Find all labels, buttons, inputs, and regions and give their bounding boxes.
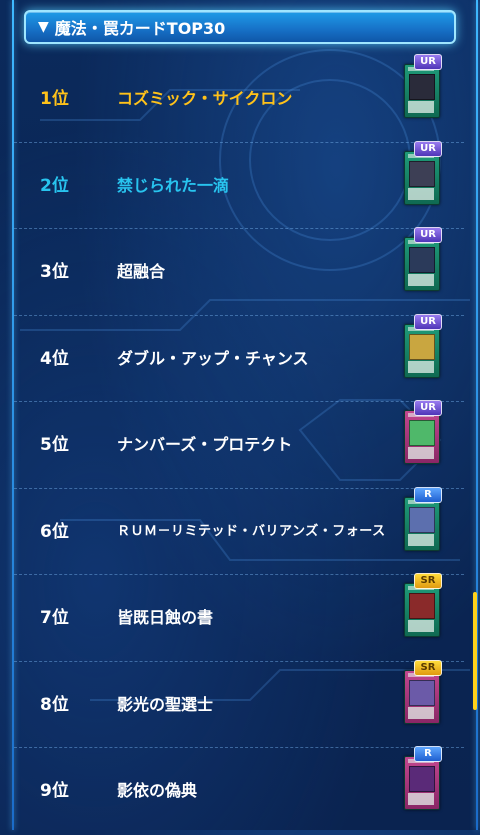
- ranking-list: 1位 コズミック・サイクロン UR 2位 禁じられた一滴 UR 3位 超融合 U…: [14, 54, 464, 835]
- ranking-row-3[interactable]: 3位 超融合 UR: [14, 227, 464, 316]
- card-image[interactable]: [404, 496, 440, 551]
- rank-label: 3位: [40, 262, 69, 282]
- ranking-row-6[interactable]: 6位 ＲＵＭ－リミテッド・バリアンズ・フォース R: [14, 486, 464, 575]
- card-name: ナンバーズ・プロテクト: [117, 435, 293, 454]
- rank-label: 5位: [40, 435, 69, 455]
- rarity-badge: R: [414, 486, 442, 503]
- rarity-badge: UR: [414, 227, 442, 243]
- card-image[interactable]: [404, 237, 440, 291]
- card-image[interactable]: [404, 150, 440, 205]
- rarity-badge: UR: [414, 313, 442, 330]
- card-name: 影光の聖選士: [117, 694, 214, 714]
- ranking-row-8[interactable]: 8位 影光の聖選士 SR: [14, 659, 464, 748]
- card-image[interactable]: [404, 583, 440, 637]
- rarity-badge: R: [414, 746, 442, 762]
- card-image[interactable]: [404, 410, 440, 464]
- card-name: ＲＵＭ－リミテッド・バリアンズ・フォース: [117, 523, 386, 539]
- rarity-badge: UR: [414, 140, 442, 157]
- rarity-badge: UR: [414, 400, 442, 416]
- rank-label: 2位: [40, 175, 69, 196]
- rank-label: 9位: [40, 781, 69, 801]
- card-name: ダブル・アップ・チャンス: [117, 348, 309, 368]
- rarity-badge: SR: [414, 659, 442, 676]
- section-title: 魔法・罠カードTOP30: [54, 19, 226, 38]
- rank-label: 6位: [40, 521, 69, 542]
- rank-label: 1位: [40, 89, 69, 109]
- card-name: コズミック・サイクロン: [117, 89, 293, 108]
- section-header[interactable]: ▼ 魔法・罠カードTOP30: [24, 10, 456, 44]
- card-name: 影依の偽典: [117, 781, 198, 800]
- ranking-row-4[interactable]: 4位 ダブル・アップ・チャンス UR: [14, 313, 464, 402]
- rank-label: 8位: [40, 694, 69, 715]
- card-name: 禁じられた一滴: [117, 175, 230, 195]
- rank-label: 7位: [40, 608, 69, 628]
- card-image[interactable]: [404, 323, 440, 378]
- card-name: 皆既日蝕の書: [117, 608, 214, 627]
- rarity-badge: UR: [414, 54, 442, 70]
- triangle-down-icon: ▼: [38, 19, 49, 35]
- ranking-row-1[interactable]: 1位 コズミック・サイクロン UR: [14, 54, 464, 143]
- card-image[interactable]: [404, 669, 440, 724]
- card-name: 超融合: [117, 262, 166, 281]
- rank-label: 4位: [40, 348, 69, 369]
- ranking-row-7[interactable]: 7位 皆既日蝕の書 SR: [14, 573, 464, 662]
- ranking-row-2[interactable]: 2位 禁じられた一滴 UR: [14, 140, 464, 229]
- ranking-row-9[interactable]: 9位 影依の偽典 R: [14, 746, 464, 835]
- card-image[interactable]: [404, 64, 440, 118]
- card-image[interactable]: [404, 756, 440, 810]
- ranking-row-5[interactable]: 5位 ナンバーズ・プロテクト UR: [14, 400, 464, 489]
- rarity-badge: SR: [414, 573, 442, 589]
- scrollbar-thumb[interactable]: [473, 592, 477, 710]
